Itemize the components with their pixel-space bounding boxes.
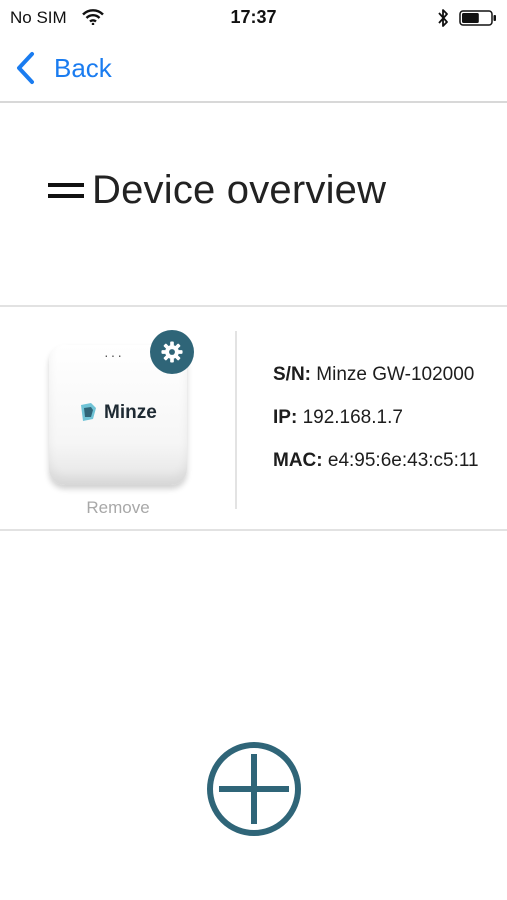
device-card: ··· Minze Remove S/N: Minze GW-102000 IP… — [0, 305, 507, 531]
gear-icon — [161, 341, 183, 363]
more-dots-icon: ··· — [104, 347, 124, 363]
card-divider — [235, 331, 237, 509]
ip-address-row: IP: 192.168.1.7 — [273, 407, 403, 429]
minze-logo-icon — [81, 403, 96, 421]
plus-circle-icon — [207, 742, 301, 836]
sn-label: S/N: — [273, 364, 311, 385]
add-device-button[interactable] — [205, 740, 303, 838]
ip-value: 192.168.1.7 — [302, 407, 403, 428]
back-button[interactable]: Back — [14, 50, 112, 86]
bluetooth-icon — [438, 9, 448, 27]
mac-value: e4:95:6e:43:c5:11 — [327, 450, 479, 471]
remove-device-link[interactable]: Remove — [49, 498, 187, 518]
battery-icon — [459, 10, 496, 26]
navigation-bar: Back — [0, 36, 507, 103]
status-bar: No SIM 17:37 — [0, 0, 507, 36]
clock: 17:37 — [230, 7, 277, 27]
mac-label: MAC: — [273, 450, 323, 471]
chevron-left-icon — [17, 52, 34, 84]
device-settings-button[interactable] — [150, 330, 194, 374]
page-header: Device overview — [48, 168, 386, 213]
ip-label: IP: — [273, 407, 298, 428]
equals-menu-icon[interactable] — [48, 181, 84, 201]
mac-address-row: MAC: e4:95:6e:43:c5:11 — [273, 450, 479, 472]
sn-value: Minze GW-102000 — [316, 364, 475, 385]
page-title: Device overview — [92, 168, 387, 212]
serial-number-row: S/N: Minze GW-102000 — [273, 364, 474, 386]
back-label: Back — [54, 52, 112, 83]
brand-name: Minze — [104, 402, 157, 423]
